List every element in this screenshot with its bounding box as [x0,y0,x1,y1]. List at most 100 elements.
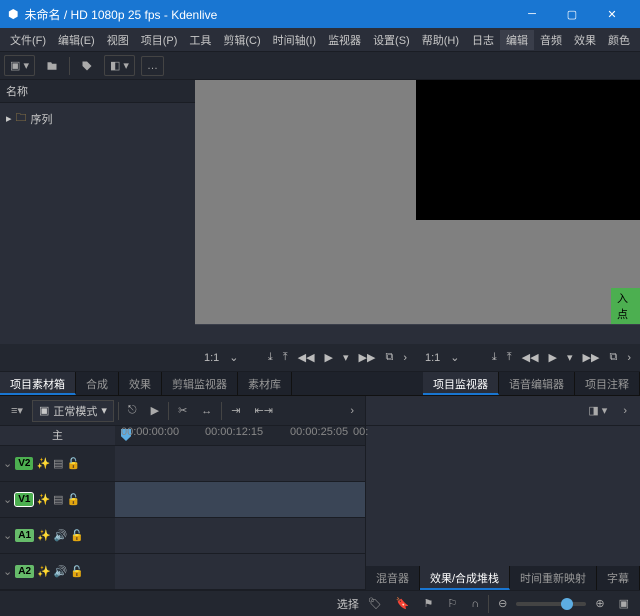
set-in-button[interactable]: ⤓ [265,348,276,367]
time-ruler[interactable]: 00:00:00:00 00:00:12:15 00:00:25:05 00: [115,426,365,446]
clip-ratio[interactable]: 1:1 [201,349,222,367]
tag-button[interactable] [76,57,98,75]
tab-effect-stack[interactable]: 效果/合成堆栈 [420,566,510,590]
expand-right-icon[interactable]: › [345,402,359,420]
proj-forward-button[interactable]: ▶▶ [580,348,603,367]
proj-play-drop-icon[interactable]: ▾ [564,348,576,367]
more-button[interactable]: … [141,56,164,76]
speaker-icon[interactable]: 🔊 [54,529,68,542]
track-menu-button[interactable]: ≡▾ [6,401,28,420]
layout-color[interactable]: 颜色 [602,30,636,50]
film-icon[interactable]: ▤ [53,493,63,506]
close-button[interactable]: ✕ [592,0,632,28]
proj-ratio[interactable]: 1:1 [422,349,443,367]
track-lane-v1[interactable] [115,482,365,518]
forward-button[interactable]: ▶▶ [356,348,379,367]
lock-icon[interactable]: 🔓 [67,457,81,470]
tab-subtitles[interactable]: 字幕 [597,566,640,590]
add-clip-button[interactable]: ▣ ▾ [4,55,35,76]
track-header-v2[interactable]: ⌄ V2 ✨ ▤ 🔓 [0,446,115,482]
speaker-icon[interactable]: 🔊 [54,565,68,578]
tab-speech-editor[interactable]: 语音编辑器 [499,372,575,395]
chevron-down-icon[interactable]: ⌄ [226,348,241,367]
proj-options-icon[interactable]: › [624,349,634,367]
lock-icon[interactable]: 🔓 [70,529,84,542]
menu-help[interactable]: 帮助(H) [416,32,465,48]
guide-a-button[interactable]: ⇥ [226,401,245,420]
proj-set-in-button[interactable]: ⤓ [489,348,500,367]
edit-mode-combo[interactable]: ▣ 正常模式 ▾ [32,400,114,422]
track-header-v1[interactable]: ⌄ V1 ✨ ▤ 🔓 [0,482,115,518]
maximize-button[interactable]: ▢ [552,0,592,28]
menu-edit[interactable]: 编辑(E) [52,32,101,48]
proj-edit-button[interactable]: ⧉ [606,348,620,367]
proj-rewind-button[interactable]: ◀◀ [519,348,542,367]
tab-project-bin[interactable]: 项目素材箱 [0,372,76,395]
new-folder-button[interactable] [41,57,63,75]
menu-timeline[interactable]: 时间轴(I) [267,32,322,48]
menu-view[interactable]: 视图 [101,32,135,48]
chevron-down-icon[interactable]: ⌄ [3,565,12,578]
menu-project[interactable]: 项目(P) [135,32,184,48]
track-lane-a2[interactable] [115,554,365,590]
tab-clip-monitor[interactable]: 剪辑监视器 [162,372,238,395]
fx-icon[interactable]: ✨ [37,529,51,542]
zoom-thumb[interactable] [561,598,573,610]
fx-icon[interactable]: ✨ [36,457,50,470]
flag-dark-button[interactable]: ⚑ [419,594,439,613]
tracks-canvas[interactable]: 00:00:00:00 00:00:12:15 00:00:25:05 00: [115,426,365,590]
tab-project-monitor[interactable]: 项目监视器 [423,372,499,395]
film-icon[interactable]: ▤ [53,457,63,470]
lock-icon[interactable]: 🔓 [67,493,81,506]
layout-audio[interactable]: 音频 [534,30,568,50]
layout-edit[interactable]: 编辑 [500,30,534,50]
track-lane-a1[interactable] [115,518,365,554]
tab-library[interactable]: 素材库 [238,372,292,395]
zoom-out-button[interactable]: ⊖ [493,594,512,613]
chevron-down-icon[interactable]: ⌄ [3,493,12,506]
track-header-a2[interactable]: ⌄ A2 ✨ 🔊 🔓 [0,554,115,590]
zoom-in-button[interactable]: ⊕ [590,594,609,613]
options-chevron-icon[interactable]: › [400,349,410,367]
eff-compare-button[interactable]: ◨ ▾ [583,401,612,420]
menu-clip[interactable]: 剪辑(C) [217,32,266,48]
tab-mixer[interactable]: 混音器 [366,566,420,590]
cut-button[interactable]: ✂ [173,401,192,420]
menu-file[interactable]: 文件(F) [4,32,52,48]
clip-monitor-ruler[interactable] [195,324,416,344]
layout-log[interactable]: 日志 [466,30,500,50]
fx-icon[interactable]: ✨ [37,565,51,578]
chevron-down-icon[interactable]: ⌄ [3,529,12,542]
menu-settings[interactable]: 设置(S) [367,32,416,48]
guide-b-button[interactable]: ⇤⇥ [250,401,278,420]
zoom-fit-button[interactable]: ▣ [614,594,634,613]
project-monitor-viewport[interactable] [416,80,640,220]
tab-effects[interactable]: 效果 [119,372,162,395]
filter-button[interactable]: ◧ ▾ [104,55,135,76]
menu-tools[interactable]: 工具 [183,32,217,48]
minimize-button[interactable]: ─ [512,0,552,28]
lock-icon[interactable]: 🔓 [70,565,84,578]
in-point-badge[interactable]: 入点 [611,288,640,324]
bin-item-sequence[interactable]: ▸ 🗀 序列 [4,107,191,130]
track-lane-v2[interactable] [115,446,365,482]
play-button[interactable]: ▶ [322,348,336,367]
project-monitor-ruler[interactable] [416,324,640,344]
tab-compositions[interactable]: 合成 [76,372,119,395]
proj-play-button[interactable]: ▶ [546,348,560,367]
chevron-down-icon[interactable]: ⌄ [3,457,12,470]
layout-effects[interactable]: 效果 [568,30,602,50]
menu-monitor[interactable]: 监视器 [322,32,367,48]
rewind-button[interactable]: ◀◀ [295,348,318,367]
clip-monitor-viewport[interactable] [195,80,416,324]
flag-button[interactable]: ⚐ [442,594,462,613]
track-header-a1[interactable]: ⌄ A1 ✨ 🔊 🔓 [0,518,115,554]
zoom-slider[interactable] [516,602,586,606]
edit-mode-button[interactable]: ⧉ [382,348,396,367]
chevron-down-icon[interactable]: ⌄ [447,348,462,367]
effects-body[interactable] [366,426,640,566]
tool-a-button[interactable]: ⎋ [123,401,142,420]
fx-icon[interactable]: ✨ [36,493,50,506]
play-drop-icon[interactable]: ▾ [340,348,352,367]
spacer-button[interactable]: ↔ [196,402,217,420]
